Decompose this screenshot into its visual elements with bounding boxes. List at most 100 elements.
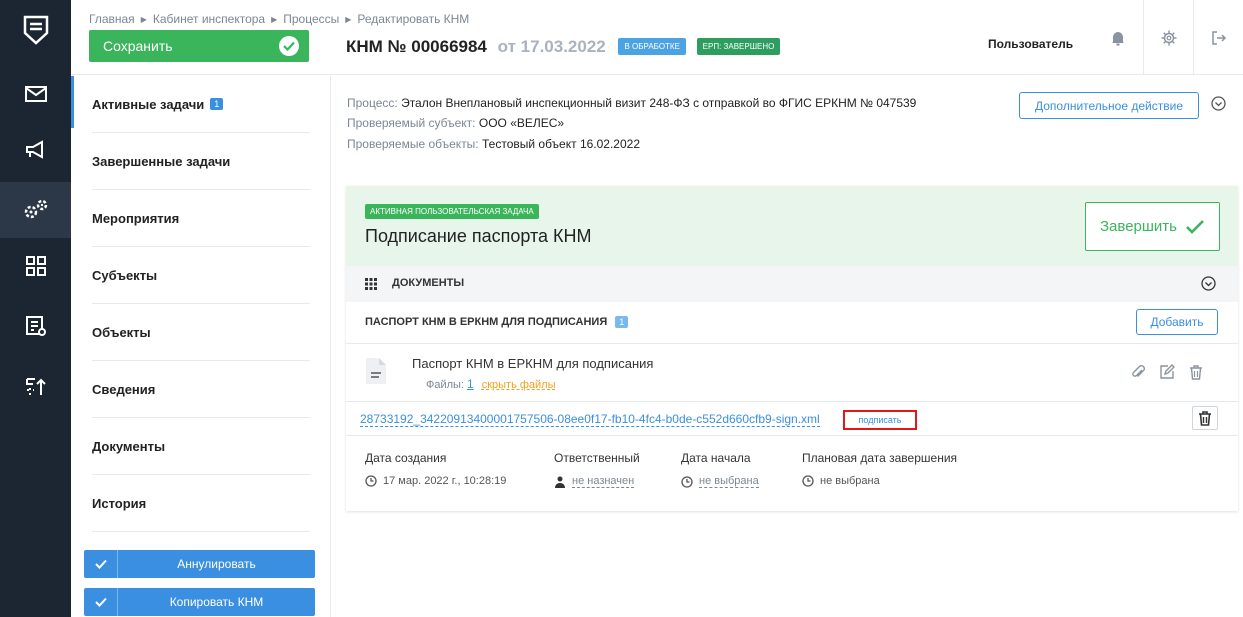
check-icon bbox=[84, 588, 118, 616]
created-value: 17 мар. 2022 г., 10:28:19 bbox=[383, 475, 507, 487]
rail-item-processes[interactable] bbox=[0, 182, 71, 238]
save-button-label: Сохранить bbox=[103, 38, 173, 54]
user-icon bbox=[555, 476, 565, 488]
responsible-value[interactable]: не назначен bbox=[572, 475, 635, 488]
task-type-label: АКТИВНАЯ ПОЛЬЗОВАТЕЛЬСКАЯ ЗАДАЧА bbox=[365, 204, 539, 219]
rail-item-reports[interactable] bbox=[0, 298, 71, 354]
hide-files-link[interactable]: скрыть файлы bbox=[482, 379, 556, 391]
task-card: АКТИВНАЯ ПОЛЬЗОВАТЕЛЬСКАЯ ЗАДАЧА Подписа… bbox=[346, 186, 1238, 511]
passport-section-label: ПАСПОРТ КНМ В ЕРКНМ ДЛЯ ПОДПИСАНИЯ 1 bbox=[365, 316, 629, 328]
app-rail bbox=[0, 0, 71, 617]
breadcrumb-separator-icon: ▶ bbox=[271, 15, 278, 24]
process-value: Эталон Внеплановый инспекционный визит 2… bbox=[401, 96, 917, 110]
annul-button[interactable]: Аннулировать bbox=[84, 550, 315, 578]
user-name[interactable]: Пользователь bbox=[988, 37, 1073, 51]
title-date: 17.03.2022 bbox=[520, 37, 606, 56]
title-number: 00066984 bbox=[411, 37, 487, 56]
megaphone-icon bbox=[25, 140, 43, 159]
nav-item-label: История bbox=[92, 495, 147, 511]
grid-dots-icon bbox=[365, 278, 377, 290]
task-title: Подписание паспорта КНМ bbox=[365, 226, 592, 246]
transfer-icon bbox=[25, 378, 46, 395]
document-actions bbox=[1131, 364, 1203, 380]
main-content: Процесс: Эталон Внеплановый инспекционны… bbox=[331, 76, 1243, 617]
extra-action-button[interactable]: Дополнительное действие bbox=[1019, 92, 1199, 119]
nav-item-active-tasks[interactable]: Активные задачи 1 bbox=[92, 76, 310, 133]
rail-item-announce[interactable] bbox=[0, 122, 71, 178]
delete-file-button[interactable] bbox=[1192, 406, 1218, 430]
created-key: Дата создания bbox=[365, 451, 447, 465]
file-icon bbox=[366, 358, 386, 384]
start-value[interactable]: не выбрана bbox=[699, 475, 759, 488]
breadcrumb-item-current: Редактировать КНМ bbox=[357, 12, 470, 26]
save-button[interactable]: Сохранить bbox=[89, 30, 309, 62]
nav-item-completed-tasks[interactable]: Завершенные задачи bbox=[92, 133, 310, 190]
nav-item-events[interactable]: Мероприятия bbox=[92, 190, 310, 247]
logout-button[interactable] bbox=[1193, 0, 1243, 75]
copy-knm-button[interactable]: Копировать КНМ bbox=[84, 588, 315, 616]
page-title: КНМ № 00066984 от 17.03.2022 В ОБРАБОТКЕ… bbox=[346, 37, 781, 57]
meta-created: Дата создания 17 мар. 2022 г., 10:28:19 bbox=[365, 451, 506, 487]
start-key: Дата начала bbox=[681, 451, 751, 465]
nav-item-objects[interactable]: Объекты bbox=[92, 304, 310, 361]
sign-button[interactable]: подписать bbox=[843, 410, 917, 430]
paperclip-icon[interactable] bbox=[1131, 364, 1145, 380]
meta-start: Дата начала не выбрана bbox=[681, 451, 759, 488]
subject-value: ООО «ВЕЛЕС» bbox=[478, 116, 565, 130]
breadcrumb-item-inspector[interactable]: Кабинет инспектора bbox=[153, 12, 265, 26]
process-key: Процесс: bbox=[347, 96, 398, 110]
breadcrumb-item-processes[interactable]: Процессы bbox=[283, 12, 339, 26]
check-icon bbox=[84, 550, 118, 578]
logout-icon bbox=[1211, 30, 1226, 45]
trash-icon[interactable] bbox=[1189, 364, 1203, 380]
add-button[interactable]: Добавить bbox=[1136, 309, 1218, 335]
copy-knm-button-label: Копировать КНМ bbox=[169, 595, 264, 609]
files-info: Файлы: 1 скрыть файлы bbox=[426, 377, 556, 391]
files-label: Файлы: bbox=[426, 379, 465, 391]
title-number-sign: № bbox=[387, 37, 407, 56]
meta-planned: Плановая дата завершения не выбрана bbox=[802, 451, 957, 487]
nav-item-documents[interactable]: Документы bbox=[92, 418, 310, 475]
shield-logo-icon bbox=[23, 15, 48, 45]
breadcrumb-item-home[interactable]: Главная bbox=[89, 12, 135, 26]
side-nav: Активные задачи 1 Завершенные задачи Меро… bbox=[71, 76, 331, 617]
clock-icon bbox=[365, 475, 377, 487]
finish-button-label: Завершить bbox=[1100, 218, 1177, 235]
edit-icon[interactable] bbox=[1159, 364, 1175, 380]
clock-icon bbox=[681, 475, 693, 488]
settings-button[interactable] bbox=[1143, 0, 1193, 75]
finish-button[interactable]: Завершить bbox=[1085, 202, 1220, 251]
chevron-circle-down-icon[interactable] bbox=[1201, 276, 1216, 291]
status-badge: В ОБРАБОТКЕ bbox=[618, 38, 686, 55]
active-tasks-count-badge: 1 bbox=[210, 98, 224, 110]
app-logo[interactable] bbox=[0, 0, 71, 60]
rail-item-dashboard[interactable] bbox=[0, 238, 71, 294]
section-count-badge: 1 bbox=[615, 316, 629, 328]
nav-item-details[interactable]: Сведения bbox=[92, 361, 310, 418]
nav-item-label: Завершенные задачи bbox=[92, 153, 231, 169]
nav-item-subjects[interactable]: Субъекты bbox=[92, 247, 310, 304]
clock-icon bbox=[802, 475, 814, 487]
title-prefix: КНМ bbox=[346, 37, 383, 56]
rail-item-transfer[interactable] bbox=[0, 358, 71, 414]
notifications-button[interactable] bbox=[1093, 0, 1143, 75]
file-link[interactable]: 28733192_34220913400001757506-08ee0f17-f… bbox=[360, 412, 820, 427]
nav-item-label: Объекты bbox=[92, 324, 151, 340]
chevron-circle-down-icon[interactable] bbox=[1211, 96, 1226, 111]
trash-icon bbox=[1199, 411, 1211, 426]
nav-item-label: Субъекты bbox=[92, 267, 158, 283]
nav-item-label: Сведения bbox=[92, 381, 156, 397]
responsible-value-row: не назначен bbox=[554, 475, 640, 488]
rail-item-mail[interactable] bbox=[0, 66, 71, 122]
responsible-key: Ответственный bbox=[554, 451, 640, 465]
erp-status-badge: ЕРП: ЗАВЕРШЕНО bbox=[696, 38, 781, 55]
files-count[interactable]: 1 bbox=[467, 377, 474, 391]
documents-bar[interactable]: ДОКУМЕНТЫ bbox=[346, 266, 1238, 302]
process-info: Процесс: Эталон Внеплановый инспекционны… bbox=[347, 96, 916, 110]
start-value-row: не выбрана bbox=[681, 475, 759, 488]
check-circle-icon bbox=[279, 36, 299, 56]
nav-item-history[interactable]: История bbox=[92, 475, 310, 532]
planned-value: не выбрана bbox=[820, 475, 880, 487]
planned-value-row: не выбрана bbox=[802, 475, 957, 487]
subject-info: Проверяемый субъект: ООО «ВЕЛЕС» bbox=[347, 116, 564, 130]
